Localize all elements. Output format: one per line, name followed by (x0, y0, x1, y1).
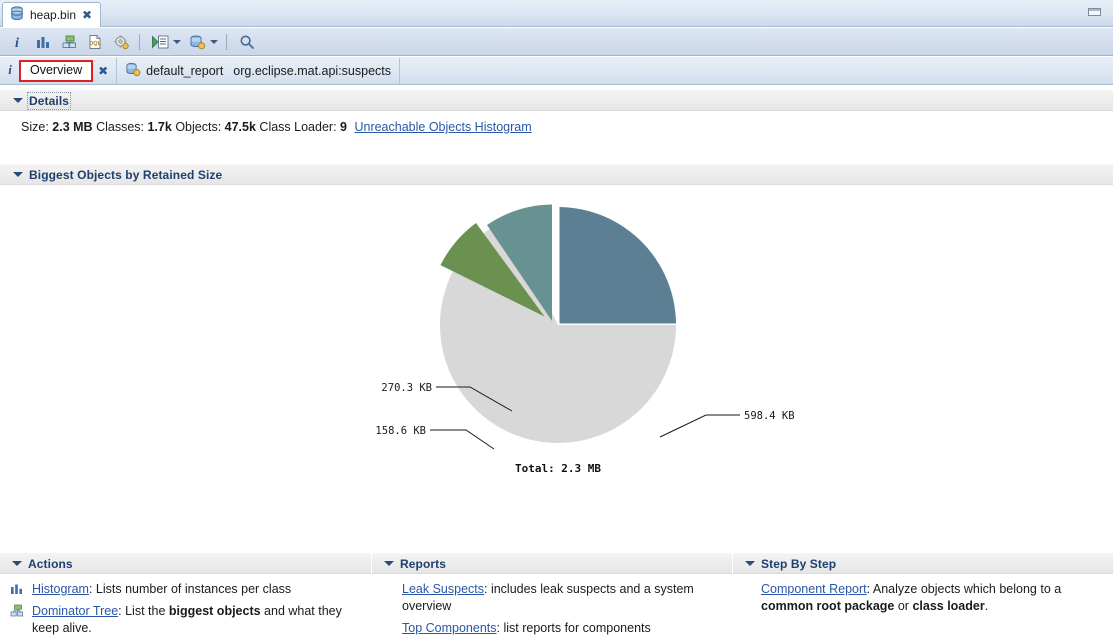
details-classloader-value: 9 (340, 120, 347, 134)
toolbar-separator-2 (226, 33, 227, 50)
dominator-tree-icon (10, 604, 26, 620)
dominator-tree-link[interactable]: Dominator Tree (32, 604, 118, 618)
svg-text:i: i (8, 62, 12, 76)
svg-text:i: i (15, 36, 19, 50)
report-tab-bar: i Overview ✖ default_report org.eclipse.… (0, 57, 1113, 85)
section-header-reports[interactable]: Reports (372, 553, 732, 574)
leader-598-4kb (659, 414, 740, 438)
run-expert-dropdown-arrow[interactable] (171, 31, 182, 53)
tab-default-report-label: default_report (146, 63, 224, 78)
pie-label-598-4kb: 598.4 KB (744, 410, 795, 422)
pie-label-158-6kb: 158.6 KB (375, 425, 426, 437)
chevron-down-icon[interactable] (13, 172, 23, 177)
panel-reports: Reports Leak Suspects: includes leak sus… (372, 553, 732, 635)
chevron-down-icon[interactable] (745, 561, 755, 566)
info-icon: i (6, 62, 14, 79)
component-report-desc-mid: or (894, 599, 913, 613)
main-toolbar: i OQL (0, 28, 1113, 56)
report-top-components: Top Components: list reports for compone… (402, 620, 722, 635)
section-title-details: Details (26, 91, 72, 110)
details-summary: Size: 2.3 MB Classes: 1.7k Objects: 47.5… (21, 120, 532, 134)
bottom-panels: Actions Histogram: Lists number of insta… (0, 553, 1113, 635)
chevron-down-icon[interactable] (13, 98, 23, 103)
panel-step-by-step: Step By Step Component Report: Analyze o… (733, 553, 1113, 635)
section-header-biggest-objects[interactable]: Biggest Objects by Retained Size (0, 164, 1113, 185)
component-report-bold-1: common root package (761, 599, 895, 613)
panel-actions: Actions Histogram: Lists number of insta… (0, 553, 371, 635)
leader-158-6kb (430, 429, 495, 450)
query-browser-icon[interactable] (186, 31, 208, 53)
tab-default-report[interactable]: default_report org.eclipse.mat.api:suspe… (117, 57, 401, 84)
component-report-link[interactable]: Component Report (761, 582, 867, 596)
section-header-details[interactable]: Details (0, 90, 1113, 111)
overview-info-icon[interactable]: i (6, 31, 28, 53)
histogram-desc: : Lists number of instances per class (88, 582, 292, 596)
details-classloader-label: Class Loader: (259, 120, 337, 134)
details-objects-label: Objects: (175, 120, 222, 134)
details-classes-value: 1.7k (147, 120, 172, 134)
thread-overview-icon[interactable] (110, 31, 132, 53)
pie-slices (440, 204, 676, 443)
chevron-down-icon[interactable] (384, 561, 394, 566)
dominator-tree-desc-bold: biggest objects (168, 604, 261, 618)
report-icon (125, 62, 141, 80)
mat-overview-window: heap.bin ✖ i OQL i Overview ✖ default_re… (0, 0, 1113, 635)
section-header-step-by-step[interactable]: Step By Step (733, 553, 1113, 574)
tab-default-report-suffix: org.eclipse.mat.api:suspects (233, 63, 392, 78)
pie-label-270-3kb: 270.3 KB (381, 382, 432, 394)
histogram-icon (10, 582, 26, 598)
editor-tab-bar: heap.bin ✖ (0, 0, 1113, 27)
pie-total-label: Total: 2.3 MB (515, 462, 601, 475)
section-title-actions: Actions (28, 556, 73, 571)
section-title-reports: Reports (400, 556, 447, 571)
oql-icon[interactable]: OQL (84, 31, 106, 53)
tab-overview-label: Overview (19, 59, 94, 82)
section-title-step-by-step: Step By Step (761, 556, 837, 571)
details-size-label: Size: (21, 120, 49, 134)
toolbar-separator-1 (139, 33, 140, 50)
details-classes-label: Classes: (96, 120, 144, 134)
heap-dump-icon (10, 6, 24, 24)
component-report-bold-2: class loader (912, 599, 985, 613)
editor-tab-heap-bin[interactable]: heap.bin ✖ (2, 2, 102, 27)
section-header-actions[interactable]: Actions (0, 553, 371, 574)
dominator-tree-icon[interactable] (58, 31, 80, 53)
component-report-desc-before: : Analyze objects which belong to a (866, 582, 1062, 596)
restore-window-button[interactable] (1087, 7, 1103, 19)
leak-suspects-link[interactable]: Leak Suspects (402, 582, 484, 596)
search-icon[interactable] (236, 31, 258, 53)
unreachable-objects-histogram-link[interactable]: Unreachable Objects Histogram (354, 120, 531, 134)
report-leak-suspects: Leak Suspects: includes leak suspects an… (402, 581, 722, 615)
tab-overview[interactable]: i Overview ✖ (0, 57, 118, 84)
chevron-down-icon[interactable] (12, 561, 22, 566)
component-report-desc-after: . (984, 599, 989, 613)
top-components-link[interactable]: Top Components (402, 621, 497, 635)
details-size-value: 2.3 MB (52, 120, 93, 134)
retained-size-pie-chart: 270.3 KB 158.6 KB 598.4 KB 1.3 MB Total:… (0, 185, 1113, 548)
histogram-link[interactable]: Histogram (32, 582, 89, 596)
svg-text:OQL: OQL (89, 41, 102, 47)
dominator-tree-desc-before: : List the (118, 604, 169, 618)
pie-chart-svg: 270.3 KB 158.6 KB 598.4 KB 1.3 MB Total:… (375, 204, 795, 475)
section-title-biggest-objects: Biggest Objects by Retained Size (29, 167, 223, 182)
histogram-icon[interactable] (32, 31, 54, 53)
step-component-report: Component Report: Analyze objects which … (761, 581, 1103, 615)
run-expert-system-icon[interactable] (149, 31, 171, 53)
action-dominator-tree: Dominator Tree: List the biggest objects… (10, 603, 361, 635)
tab-overview-close-icon[interactable]: ✖ (98, 65, 108, 77)
editor-tab-title: heap.bin (30, 8, 77, 22)
query-browser-dropdown-arrow[interactable] (208, 31, 219, 53)
pie-slice-598-4kb (559, 207, 676, 324)
editor-tab-close-icon[interactable]: ✖ (82, 9, 92, 21)
details-objects-value: 47.5k (224, 120, 256, 134)
top-components-desc: : list reports for components (496, 621, 651, 635)
action-histogram: Histogram: Lists number of instances per… (10, 581, 361, 598)
